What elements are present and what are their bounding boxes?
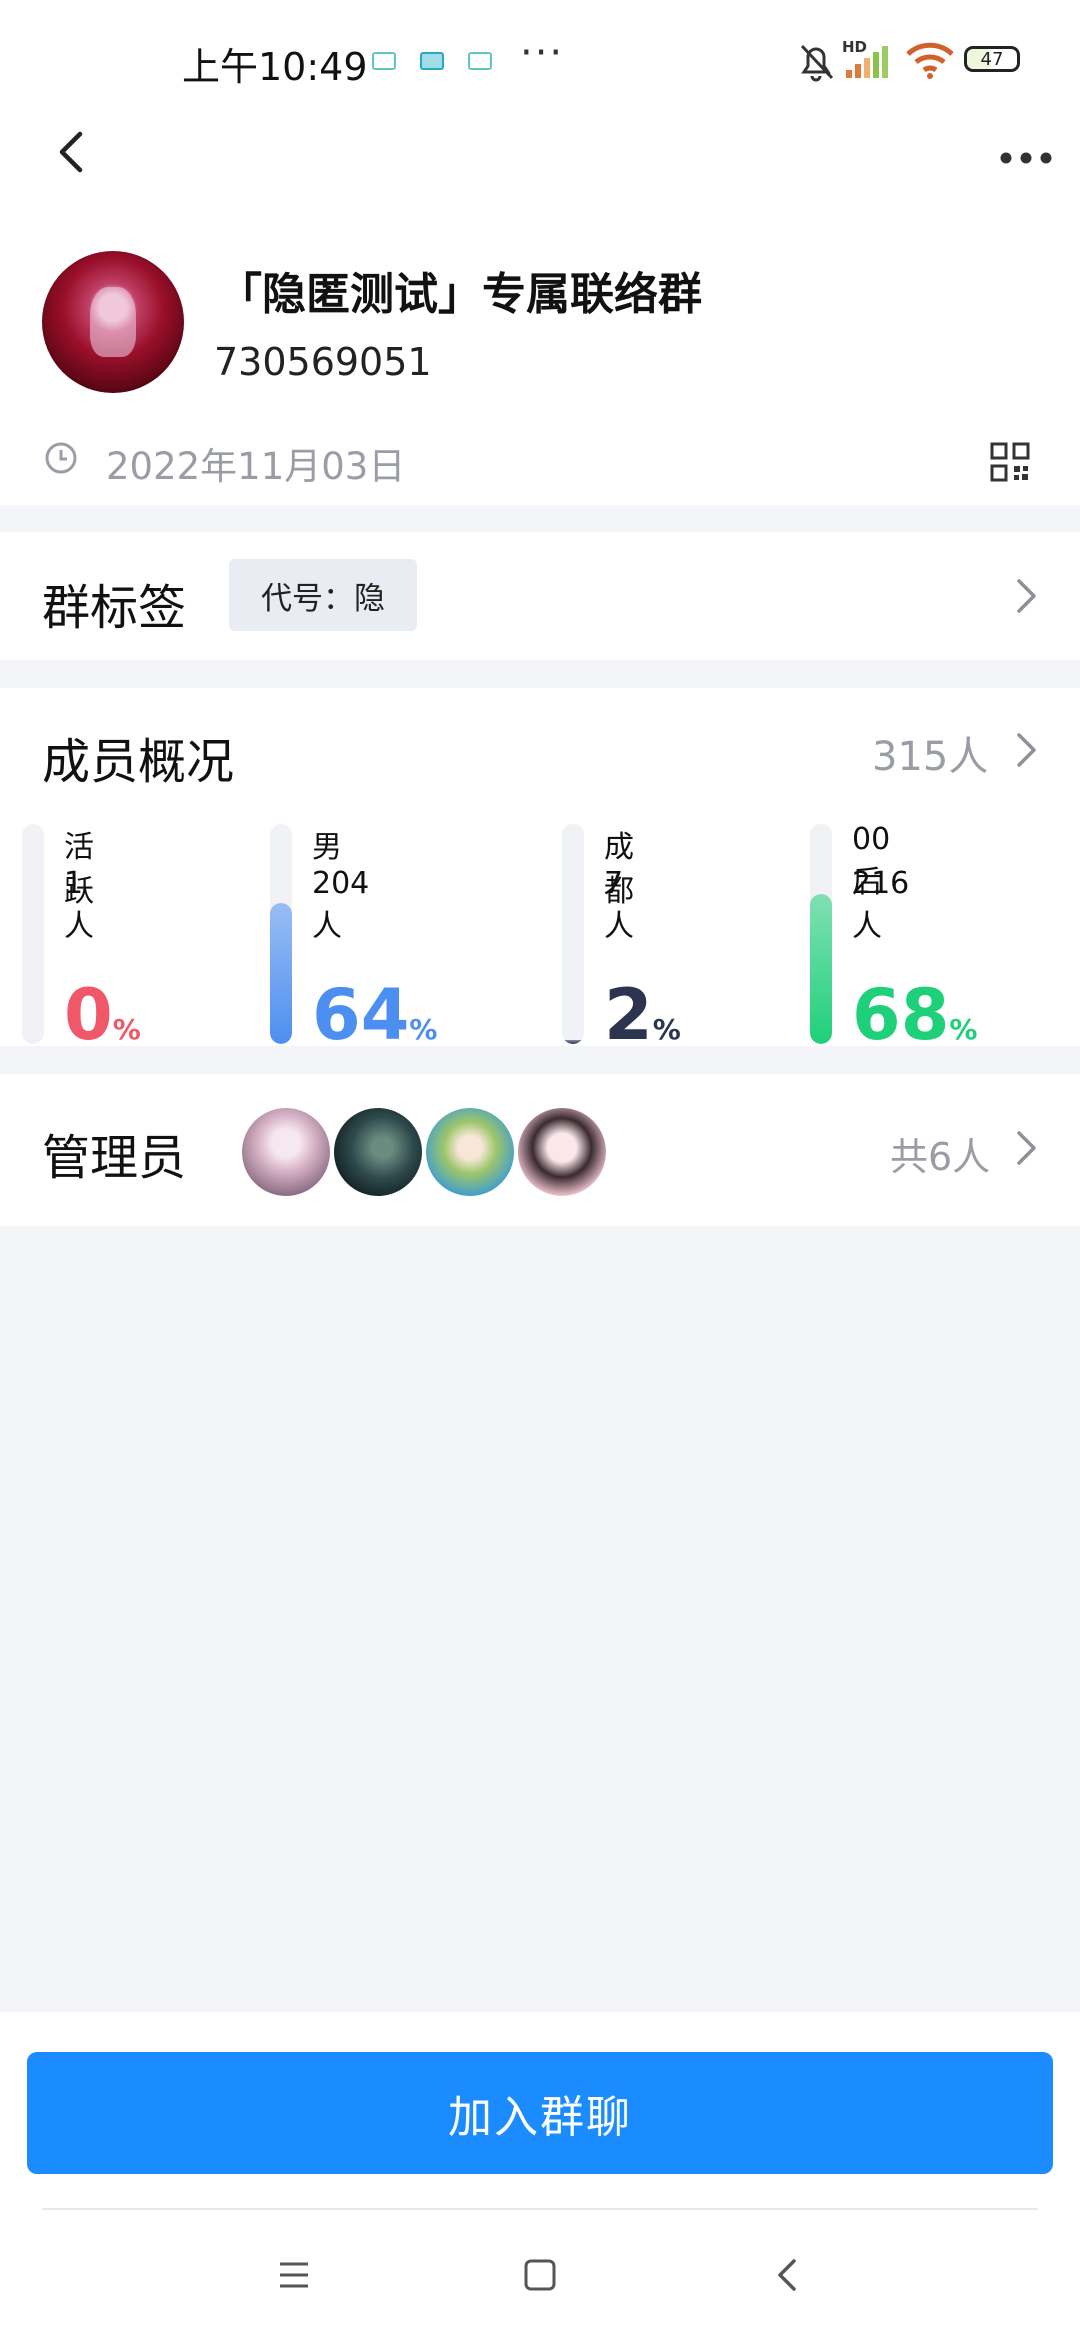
notification-icon — [420, 52, 444, 70]
top-bar — [0, 120, 1080, 240]
stat-percent-sign: % — [949, 1013, 978, 1046]
menu-icon[interactable] — [274, 2255, 314, 2295]
back-arrow-icon[interactable] — [52, 130, 96, 174]
admin-count: 共6人 — [890, 1135, 991, 1179]
stat-bar-fill — [562, 1040, 584, 1044]
stat-percent-sign: % — [409, 1013, 438, 1046]
stat-percent-value: 68 — [852, 974, 950, 1056]
admin-avatar[interactable] — [240, 1106, 332, 1198]
stat-percent: 2% — [604, 980, 681, 1050]
status-more-icon: ··· — [520, 30, 565, 76]
stat-count: 7人 — [604, 866, 634, 944]
stat-label: 男 — [312, 830, 342, 865]
chevron-right-icon[interactable] — [1014, 730, 1040, 770]
notification-icon — [468, 52, 492, 70]
stat-percent-sign: % — [652, 1013, 681, 1046]
silent-bell-icon — [800, 44, 834, 82]
stat-bar — [270, 824, 292, 1044]
join-group-label: 加入群聊 — [448, 2092, 632, 2143]
stat-percent: 0% — [64, 980, 141, 1050]
notification-icon — [372, 52, 396, 70]
member-count: 315人 — [872, 734, 989, 780]
stat-percent-value: 2 — [604, 974, 653, 1056]
divider — [42, 2208, 1038, 2210]
tags-title: 群标签 — [42, 580, 187, 636]
battery-level: 47 — [980, 48, 1004, 70]
clock-icon — [45, 442, 77, 474]
admin-avatar[interactable] — [332, 1106, 424, 1198]
join-group-button[interactable]: 加入群聊 — [27, 2052, 1053, 2174]
admin-avatar[interactable] — [424, 1106, 516, 1198]
qr-code-icon[interactable] — [990, 442, 1030, 482]
battery-icon: 47 — [964, 46, 1020, 72]
group-avatar[interactable] — [42, 251, 184, 393]
status-time: 上午10:49 — [182, 45, 368, 89]
stat-percent-value: 0 — [64, 974, 113, 1056]
wifi-icon — [906, 42, 954, 79]
stat-bar-fill — [270, 903, 292, 1044]
members-title: 成员概况 — [42, 734, 235, 790]
home-icon[interactable] — [520, 2255, 560, 2295]
stat-bar — [810, 824, 832, 1044]
stat-percent: 68% — [852, 980, 977, 1050]
stat-bar — [562, 824, 584, 1044]
stat-percent-value: 64 — [312, 974, 410, 1056]
stat-bar — [22, 824, 44, 1044]
admin-avatar[interactable] — [516, 1106, 608, 1198]
stat-bar-fill — [810, 894, 832, 1044]
signal-icon — [846, 46, 888, 78]
more-dots-icon[interactable] — [996, 140, 1056, 170]
stat-count: 204人 — [312, 866, 370, 944]
chevron-right-icon[interactable] — [1014, 1128, 1040, 1168]
stat-percent-sign: % — [112, 1013, 141, 1046]
tag-chip[interactable]: 代号：隐 — [229, 559, 417, 631]
created-date: 2022年11月03日 — [106, 445, 406, 488]
stat-count: 216人 — [852, 866, 910, 944]
stat-percent: 64% — [312, 980, 437, 1050]
chevron-right-icon[interactable] — [1014, 576, 1040, 616]
group-id: 730569051 — [214, 340, 432, 384]
admins-title: 管理员 — [42, 1130, 187, 1186]
tag-chip-label: 代号：隐 — [261, 580, 385, 617]
stat-count: 1人 — [64, 866, 94, 944]
group-name: 「隐匿测试」专属联络群 — [218, 269, 702, 320]
nav-back-icon[interactable] — [768, 2255, 808, 2295]
